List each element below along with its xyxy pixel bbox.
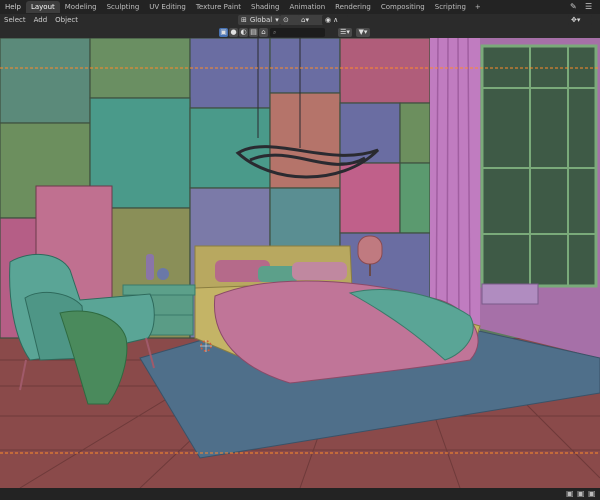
orientation-icon: ⊞ (241, 16, 247, 24)
filter-search-input[interactable]: ⌕ (270, 28, 325, 37)
tab-rendering[interactable]: Rendering (330, 1, 376, 13)
3d-viewport[interactable] (0, 38, 600, 488)
mouse-middle-icon: ▣ (577, 489, 585, 498)
chevron-down-icon: ▾ (305, 16, 309, 24)
tab-sculpting[interactable]: Sculpting (102, 1, 145, 13)
camera-toggle-icon[interactable]: ▤ (249, 28, 258, 37)
add-menu[interactable]: Add (30, 16, 52, 24)
object-menu[interactable]: Object (51, 16, 82, 24)
pivot-point-dropdown[interactable]: ⊙ (280, 15, 300, 25)
tab-animation[interactable]: Animation (284, 1, 330, 13)
status-bar: ▣ ▣ ▣ (0, 488, 600, 500)
tab-layout[interactable]: Layout (25, 1, 60, 13)
transform-orientation-dropdown[interactable]: ⊞ Global ▾ (238, 15, 280, 25)
tab-scripting[interactable]: Scripting (430, 1, 471, 13)
menu-help[interactable]: Help (0, 3, 26, 11)
selectable-toggle-icon[interactable]: ▣ (219, 28, 228, 37)
mouse-right-icon: ▣ (588, 489, 596, 498)
workspace-bar: Help Layout Modeling Sculpting UV Editin… (0, 0, 600, 14)
view-layer-icon[interactable]: ☰ (585, 2, 595, 12)
tab-modeling[interactable]: Modeling (60, 1, 102, 13)
filter-icon[interactable]: ▼▾ (356, 28, 370, 37)
tab-uv-editing[interactable]: UV Editing (144, 1, 191, 13)
radiator (481, 283, 539, 305)
chevron-down-icon: ▾ (576, 16, 581, 24)
viewport-scene[interactable] (0, 38, 600, 488)
tab-shading[interactable]: Shading (246, 1, 284, 13)
snap-toggle[interactable]: ⌂ ▾ (298, 15, 324, 25)
proportional-icon: ◉ (325, 16, 332, 24)
add-workspace-button[interactable]: + (471, 3, 485, 11)
search-icon: ⌕ (273, 29, 277, 36)
render-toggle-icon[interactable]: ◐ (239, 28, 248, 37)
mouse-left-icon: ▣ (566, 489, 574, 498)
falloff-icon: ∧ (333, 16, 339, 24)
window-frame (480, 44, 598, 288)
tab-texture-paint[interactable]: Texture Paint (191, 1, 246, 13)
scene-icon[interactable]: ✎ (570, 2, 580, 12)
proportional-edit-toggle[interactable]: ◉ ∧ (322, 15, 348, 25)
chevron-down-icon: ▾ (275, 16, 279, 24)
select-menu[interactable]: Select (0, 16, 30, 24)
pivot-icon: ⊙ (283, 16, 289, 24)
sort-icon[interactable]: ☰▾ (338, 28, 352, 37)
curtain (430, 38, 480, 339)
holdout-toggle-icon[interactable]: ⌂ (259, 28, 268, 37)
visibility-toggle-icon[interactable]: ● (229, 28, 238, 37)
orientation-label: Global (249, 16, 273, 24)
gizmo-toggle[interactable]: ✥ ▾ (568, 15, 592, 25)
tab-compositing[interactable]: Compositing (376, 1, 430, 13)
